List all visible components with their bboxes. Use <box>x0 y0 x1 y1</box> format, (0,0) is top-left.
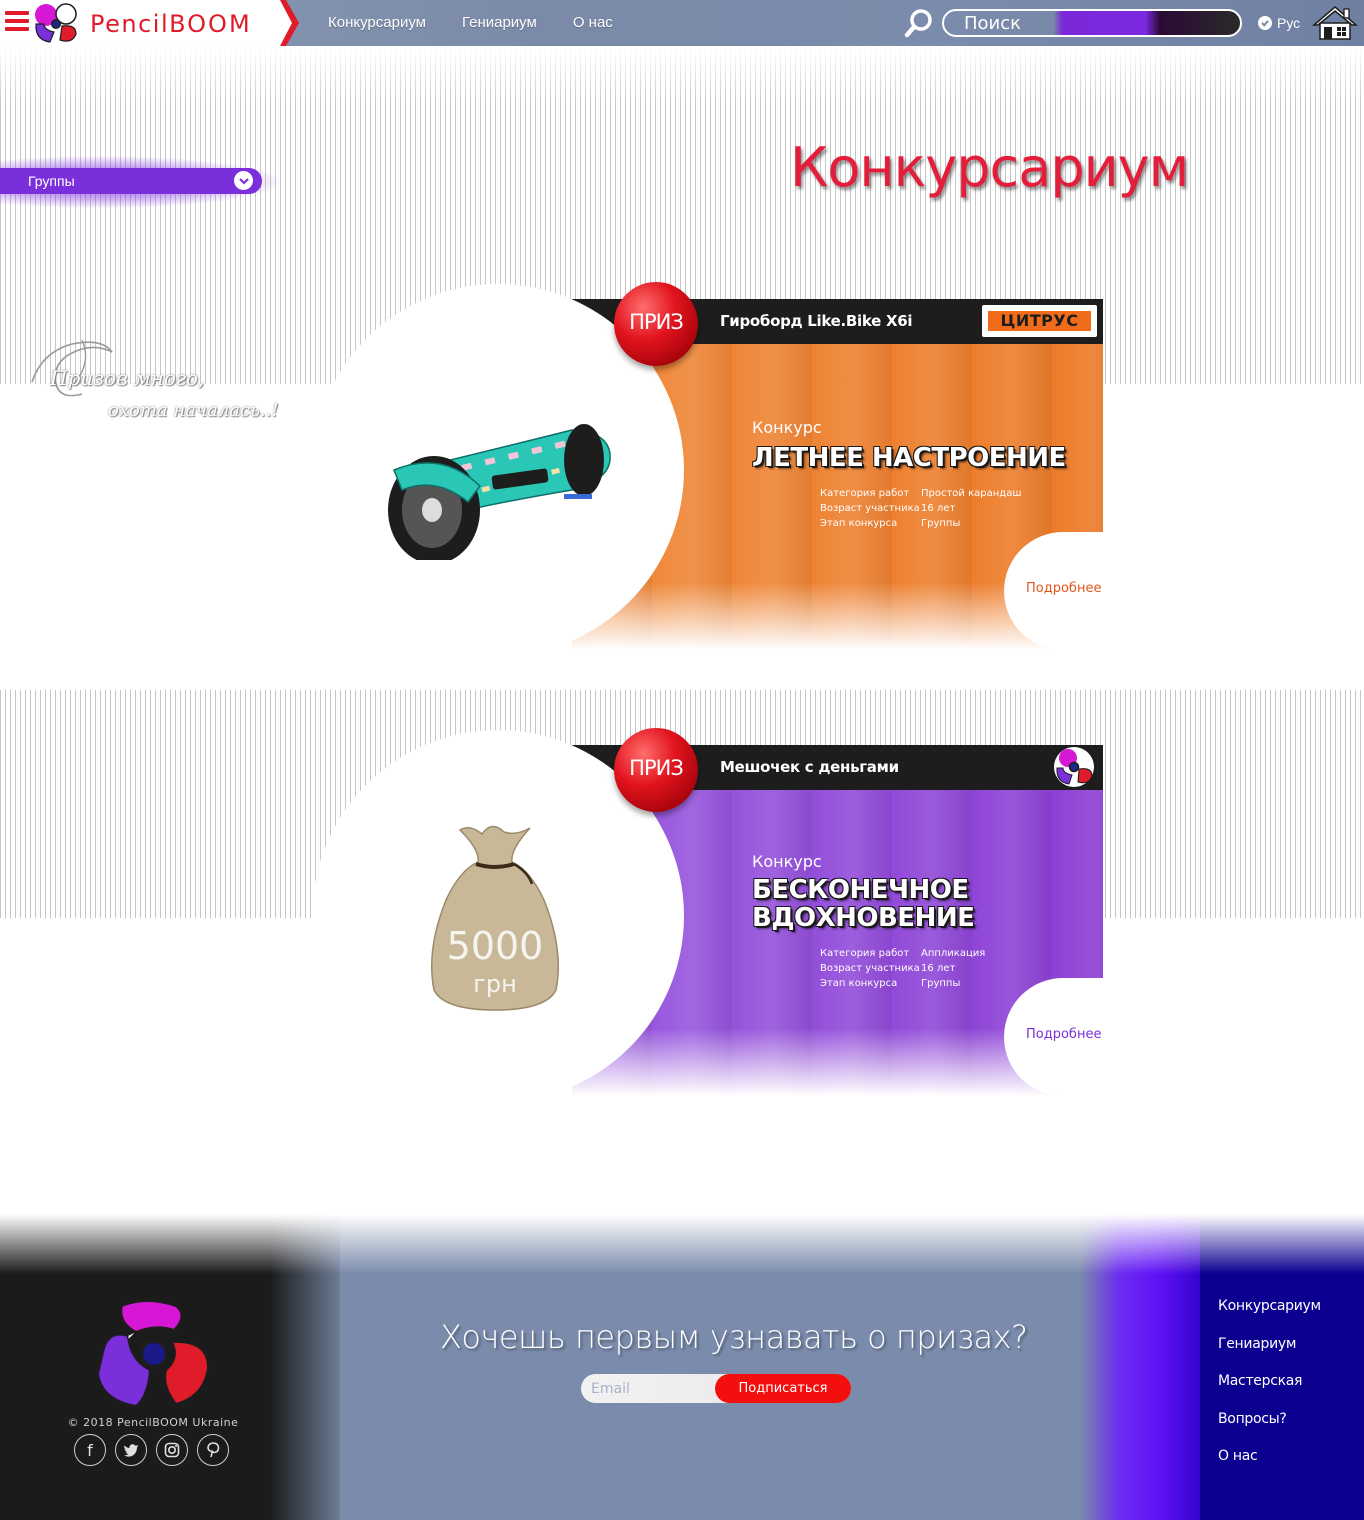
footer-nav-geniarium[interactable]: Гениариум <box>1218 1336 1321 1374</box>
detail-value: 16 лет <box>921 963 956 974</box>
social-links: f <box>74 1434 229 1466</box>
prize-name: Гироборд Like.Bike X6i <box>720 312 913 330</box>
groups-dropdown[interactable]: Группы <box>0 168 262 194</box>
language-label: Рус <box>1277 15 1301 31</box>
slogan-line-1: Призов много, <box>50 366 205 390</box>
logo-arrow-decoration <box>272 0 299 46</box>
newsletter-title: Хочешь первым узнавать о призах? <box>440 1318 1028 1356</box>
pencilboom-sponsor-icon[interactable] <box>1052 746 1096 788</box>
detail-row: Категория работ Аппликация <box>820 948 985 963</box>
nav-konkursarium[interactable]: Конкурсариум <box>328 14 426 31</box>
detail-value: 16 лет <box>921 503 956 514</box>
stripe-fade <box>0 46 1364 106</box>
pinterest-icon[interactable] <box>197 1434 229 1466</box>
contest-name-line-1: БЕСКОНЕЧНОЕ <box>752 875 969 905</box>
detail-key: Возраст участника <box>820 963 920 974</box>
detail-row: Категория работ Простой карандаш <box>820 488 1021 503</box>
contest-name[interactable]: ЛЕТНЕЕ НАСТРОЕНИЕ <box>752 444 1066 472</box>
detail-key: Этап конкурса <box>820 518 898 529</box>
detail-value: Группы <box>921 978 961 989</box>
contest-label: Конкурс <box>752 418 822 437</box>
slogan-line-2: охота началась..! <box>108 400 279 421</box>
footer-nav-about[interactable]: О нас <box>1218 1448 1321 1486</box>
prize-name: Мешочек с деньгами <box>720 758 899 776</box>
detail-key: Категория работ <box>820 488 910 499</box>
prize-badge: ПРИЗ <box>614 728 698 812</box>
page-title: Конкурсариум <box>790 136 1189 199</box>
detail-row: Этап конкурса Группы <box>820 518 1021 533</box>
bag-amount: 5000 <box>446 924 544 968</box>
footer-nav-konkursarium[interactable]: Конкурсариум <box>1218 1298 1321 1336</box>
nav-geniarium[interactable]: Гениариум <box>462 14 537 31</box>
contest-details: Категория работ Аппликация Возраст участ… <box>820 948 985 993</box>
detail-value: Аппликация <box>921 948 986 959</box>
detail-value: Простой карандаш <box>921 488 1022 499</box>
card-bottom-fade <box>420 582 1103 662</box>
home-icon[interactable] <box>1312 5 1358 41</box>
nav-about[interactable]: О нас <box>573 14 613 31</box>
detail-value: Группы <box>921 518 961 529</box>
contest-label: Конкурс <box>752 852 822 871</box>
brand-suffix: BOOM <box>169 10 252 38</box>
card-bottom-fade <box>420 1028 1103 1108</box>
more-link[interactable]: Подробнее <box>1026 581 1101 596</box>
contest-name[interactable]: БЕСКОНЕЧНОЕ ВДОХНОВЕНИЕ <box>752 875 975 933</box>
main-nav: Конкурсариум Гениариум О нас <box>328 14 613 31</box>
sponsor-name: ЦИТРУС <box>988 311 1091 331</box>
footer: © 2018 PencilBOOM Ukraine f Хочешь первы… <box>0 1214 1364 1520</box>
menu-burger-icon[interactable] <box>5 11 29 35</box>
detail-key: Этап конкурса <box>820 978 898 989</box>
detail-row: Возраст участника 16 лет <box>820 503 1021 518</box>
bag-currency: грн <box>473 970 517 998</box>
footer-top-fade <box>0 1214 1364 1274</box>
chevron-down-icon <box>234 171 253 190</box>
prize-badge: ПРИЗ <box>614 282 698 366</box>
prize-badge-label: ПРИЗ <box>629 756 684 780</box>
top-header: PencilBOOM Конкурсариум Гениариум О нас … <box>0 0 1364 46</box>
groups-label: Группы <box>28 173 75 189</box>
search-icon[interactable] <box>904 8 934 38</box>
slogan: Призов много, охота началась..! <box>22 332 292 432</box>
copyright: © 2018 PencilBOOM Ukraine <box>67 1416 239 1429</box>
contest-card: ПРИЗ Гироборд Like.Bike X6i ЦИТРУС Конку… <box>300 282 1134 662</box>
footer-logo-icon[interactable] <box>96 1300 212 1410</box>
contest-name-line-2: ВДОХНОВЕНИЕ <box>752 903 975 933</box>
contest-card: 5000 грн ПРИЗ Мешочек с деньгами Конкурс… <box>300 728 1134 1108</box>
hoverboard-image[interactable] <box>372 410 622 560</box>
prize-badge-label: ПРИЗ <box>629 310 684 334</box>
footer-nav-faq[interactable]: Вопросы? <box>1218 1411 1321 1449</box>
facebook-icon[interactable]: f <box>74 1434 106 1466</box>
twitter-icon[interactable] <box>115 1434 147 1466</box>
detail-key: Возраст участника <box>820 503 920 514</box>
search-input[interactable] <box>944 11 1240 35</box>
search-box <box>942 9 1242 37</box>
language-selector[interactable]: Рус <box>1258 15 1300 31</box>
subscribe-button[interactable]: Подписаться <box>715 1374 851 1403</box>
pencilboom-logo-icon[interactable] <box>32 2 80 44</box>
more-link[interactable]: Подробнее <box>1026 1027 1101 1042</box>
contest-details: Категория работ Простой карандаш Возраст… <box>820 488 1021 533</box>
email-field[interactable] <box>581 1374 731 1403</box>
logo-area: PencilBOOM <box>0 0 282 46</box>
instagram-icon[interactable] <box>156 1434 188 1466</box>
detail-row: Этап конкурса Группы <box>820 978 985 993</box>
check-icon <box>1258 16 1272 30</box>
footer-nav: Конкурсариум Гениариум Мастерская Вопрос… <box>1218 1298 1321 1486</box>
brand-name[interactable]: PencilBOOM <box>90 10 252 38</box>
detail-row: Возраст участника 16 лет <box>820 963 985 978</box>
brand-prefix: Pencil <box>90 10 170 38</box>
sponsor-logo[interactable]: ЦИТРУС <box>982 305 1097 337</box>
detail-key: Категория работ <box>820 948 910 959</box>
footer-nav-workshop[interactable]: Мастерская <box>1218 1373 1321 1411</box>
